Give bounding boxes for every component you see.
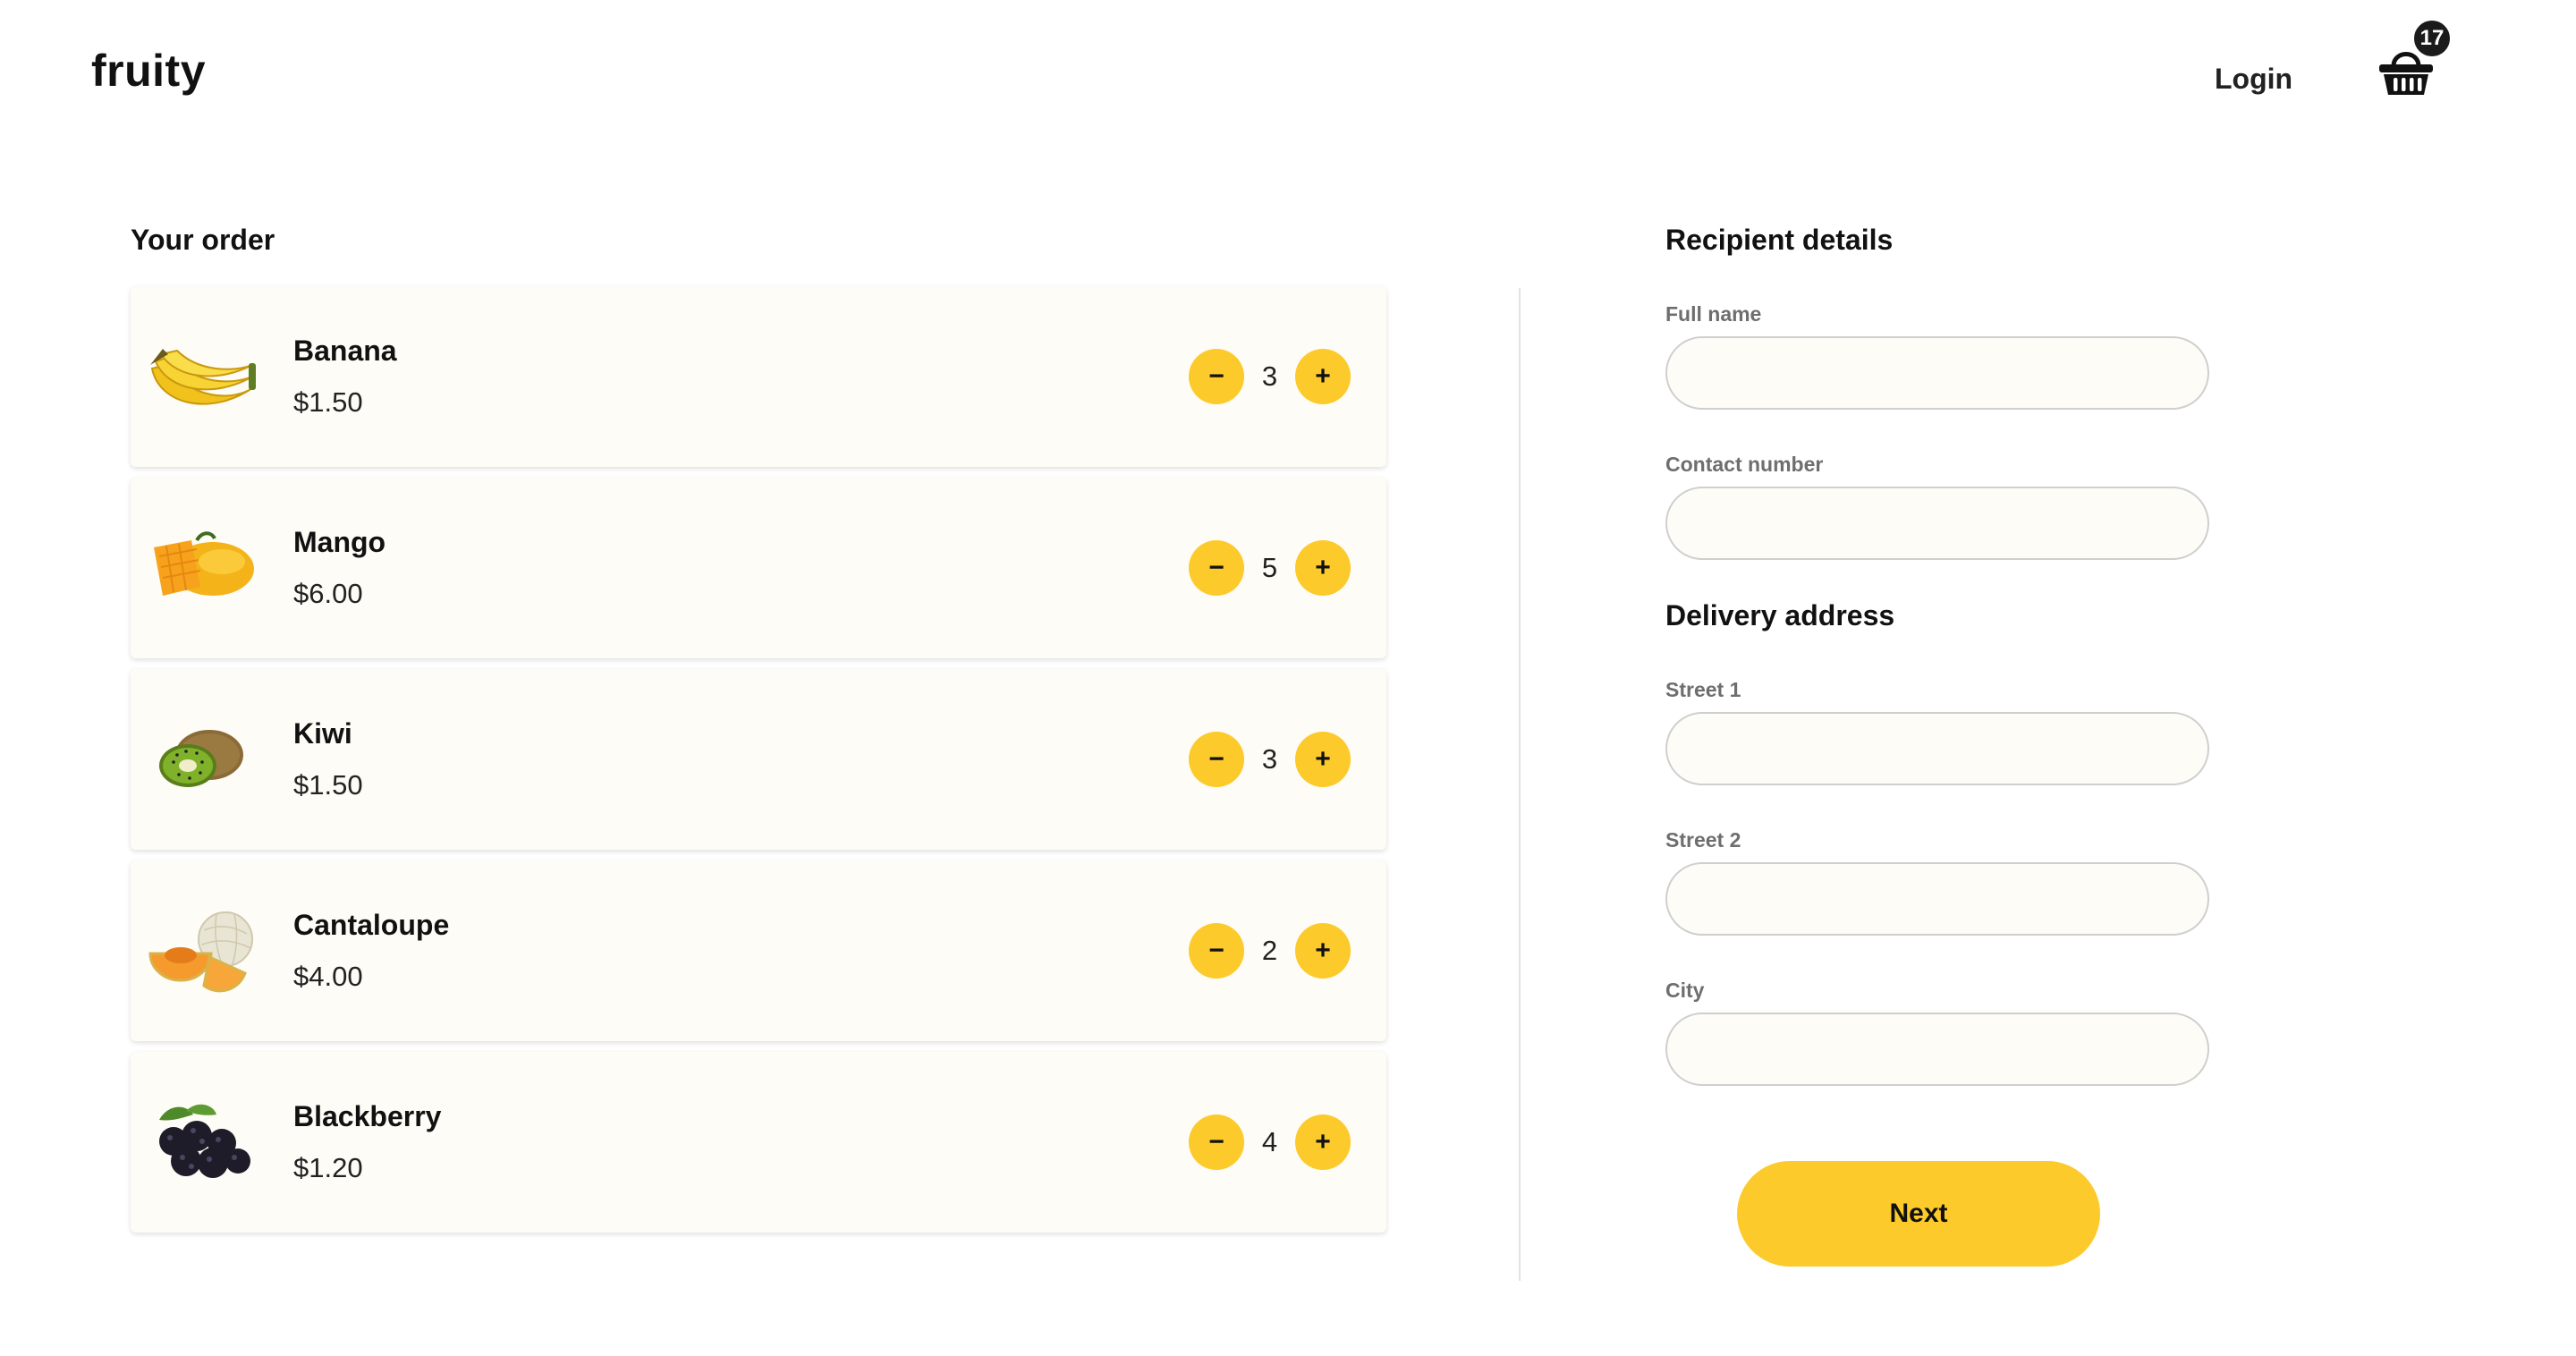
kiwi-icon: [147, 712, 258, 807]
full-name-label: Full name: [1665, 302, 1762, 326]
item-name: Banana: [293, 335, 397, 367]
item-price: $1.50: [293, 386, 363, 418]
order-item-mango: Mango $6.00 − 5 +: [131, 478, 1386, 658]
order-item-cantaloupe: Cantaloupe $4.00 − 2 +: [131, 860, 1386, 1041]
decrease-quantity-button[interactable]: −: [1189, 732, 1244, 787]
delivery-address-title: Delivery address: [1665, 599, 1895, 631]
column-divider: [1519, 288, 1521, 1281]
item-price: $1.20: [293, 1152, 363, 1183]
increase-quantity-button[interactable]: +: [1295, 540, 1351, 596]
banana-icon: [147, 329, 258, 424]
quantity-value: 3: [1261, 360, 1278, 392]
recipient-details-title: Recipient details: [1665, 224, 1894, 256]
street-2-label: Street 2: [1665, 828, 1741, 852]
city-field[interactable]: [1665, 1013, 2209, 1086]
item-price: $1.50: [293, 769, 363, 801]
login-link[interactable]: Login: [2215, 63, 2292, 96]
order-title: Your order: [131, 224, 275, 256]
decrease-quantity-button[interactable]: −: [1189, 1114, 1244, 1170]
mango-icon: [147, 521, 258, 615]
contact-number-field[interactable]: [1665, 487, 2209, 560]
next-button[interactable]: Next: [1737, 1161, 2100, 1267]
street-1-field[interactable]: [1665, 712, 2209, 785]
item-name: Mango: [293, 526, 386, 558]
street-2-field[interactable]: [1665, 862, 2209, 936]
street-1-label: Street 1: [1665, 678, 1741, 701]
cantaloupe-icon: [147, 903, 258, 998]
increase-quantity-button[interactable]: +: [1295, 732, 1351, 787]
decrease-quantity-button[interactable]: −: [1189, 349, 1244, 404]
app-logo[interactable]: fruity: [91, 45, 206, 97]
city-label: City: [1665, 979, 1705, 1002]
full-name-field[interactable]: [1665, 336, 2209, 410]
quantity-value: 3: [1261, 743, 1278, 775]
item-name: Cantaloupe: [293, 909, 450, 941]
order-item-kiwi: Kiwi $1.50 − 3 +: [131, 669, 1386, 850]
quantity-value: 5: [1261, 552, 1278, 583]
increase-quantity-button[interactable]: +: [1295, 923, 1351, 979]
quantity-value: 4: [1261, 1126, 1278, 1157]
item-price: $4.00: [293, 961, 363, 992]
decrease-quantity-button[interactable]: −: [1189, 923, 1244, 979]
increase-quantity-button[interactable]: +: [1295, 349, 1351, 404]
decrease-quantity-button[interactable]: −: [1189, 540, 1244, 596]
item-name: Kiwi: [293, 717, 352, 750]
quantity-value: 2: [1261, 935, 1278, 966]
blackberry-icon: [147, 1095, 258, 1190]
item-name: Blackberry: [293, 1100, 442, 1132]
contact-number-label: Contact number: [1665, 453, 1824, 476]
increase-quantity-button[interactable]: +: [1295, 1114, 1351, 1170]
cart-count-badge: 17: [2411, 18, 2453, 59]
order-item-blackberry: Blackberry $1.20 − 4 +: [131, 1052, 1386, 1233]
item-price: $6.00: [293, 578, 363, 609]
order-item-banana: Banana $1.50 − 3 +: [131, 286, 1386, 467]
order-list: Banana $1.50 − 3 + Mango $6.00 − 5 + Kiw…: [131, 286, 1386, 1243]
